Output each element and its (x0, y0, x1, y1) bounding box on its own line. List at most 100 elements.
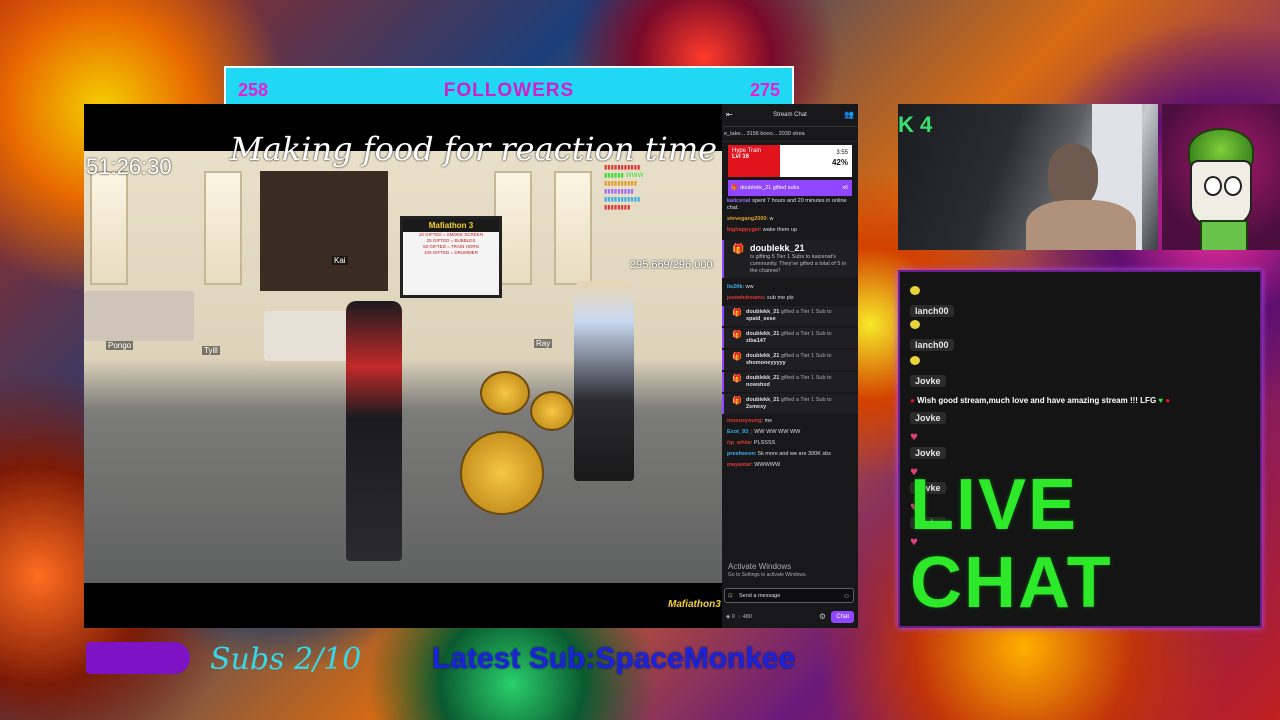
chat-message: lix2tlk: ww (727, 284, 754, 290)
chat-message: stevegang2000: w (727, 216, 774, 222)
gift-icon[interactable]: ⊡ (728, 589, 733, 604)
chat-message: bighappyget: wake them up (727, 227, 798, 233)
send-message-placeholder: Send a message (739, 593, 781, 599)
stream-title-overlay: Making food for reaction time (230, 130, 718, 168)
gift-username: doublekk_21 (746, 309, 780, 315)
person-drummer (574, 281, 634, 481)
chat-username: stevegang2000 (727, 216, 767, 222)
gift-username: doublekk_21 (746, 375, 780, 381)
webcam-feed: K 4 (898, 104, 1158, 250)
chat-message: rip_whiie: PLSSSS (727, 440, 776, 446)
subs-goal-bar (86, 642, 190, 674)
subs-goal-text: Subs 2/10 (210, 642, 362, 677)
mascot-eye (1204, 176, 1222, 196)
chat-message: mayastar: WWWWW (727, 462, 781, 468)
live-chat-overlay: lanch00 lanch00 Jovke ● Wish good stream… (898, 270, 1262, 628)
chat-message: kaiicenat spent 7 hours and 20 minutes i… (722, 196, 858, 214)
bed-left (84, 291, 194, 341)
latest-sub-text: Latest Sub:SpaceMonkee (432, 642, 796, 675)
chat-username: presheeon (727, 451, 755, 457)
chat-send-button[interactable]: Chat (831, 611, 854, 623)
chat-username: mooneyoung (727, 418, 762, 424)
gift-username: doublekk_21 (746, 397, 780, 403)
gift-target: shomoneyyyyy (746, 360, 786, 366)
gift-icon: 🎁 (732, 308, 742, 317)
mascot-hoodie (1200, 220, 1248, 250)
shelf (260, 171, 388, 291)
live-chat-entry: lanch00 (910, 314, 954, 352)
gift-icon: 🎁 (732, 374, 742, 383)
gift-username: doublekk_21 (750, 243, 805, 253)
hype-train-level: Lvl 16 (732, 154, 750, 160)
gear-icon[interactable]: ⚙ (819, 610, 826, 624)
gift-text: gifted a Tier 1 Sub to (780, 331, 832, 337)
twitch-chat-panel: ⇤ Stream Chat 👥 e_take... 3156 booo... 2… (722, 104, 858, 628)
tom-drum-2 (530, 391, 574, 431)
chat-username: kaiicenat (727, 198, 751, 204)
activate-windows-watermark: Activate Windows Go to Settings to activ… (728, 562, 807, 580)
live-chat-username: Jovke (910, 375, 946, 387)
live-chat-text: Wish good stream,much love and have amaz… (917, 396, 1157, 405)
gift-banner-text: doublekk_21 gifted subs (740, 185, 800, 191)
chat-text: WW WW WW WW (754, 429, 801, 435)
emote-icon (910, 356, 920, 365)
hype-train-badge: Hype Train Lvl 16 (728, 145, 780, 177)
stream-timer: 51:26:30 (86, 154, 172, 179)
gift-icon: 🎁 (732, 352, 742, 361)
chat-username: lix2tlk (727, 284, 743, 290)
mafiathon-logo: Mafiathon3 (668, 599, 721, 610)
gift-sub-notice: 🎁 doublekk_21 gifted a Tier 1 Sub to shom… (722, 350, 858, 370)
live-chat-entry: Jovke ● Wish good stream,much love and h… (910, 350, 1170, 407)
collapse-icon[interactable]: ⇤ (726, 104, 733, 126)
community-gift-notice: 🎁 doublekk_21 is gifting 5 Tier 1 Subs t… (722, 240, 858, 278)
hype-train-banner[interactable]: Hype Train Lvl 16 3:55 42% (728, 145, 852, 177)
chat-text: ww (745, 284, 754, 290)
chat-text: 5k more and we are 300K sbs (757, 451, 831, 457)
live-chat-entry: Jovke ♥ (910, 406, 946, 444)
gift-username: doublekk_21 (746, 331, 780, 337)
gift-text: is gifting 5 Tier 1 Subs to kaicenat's c… (750, 254, 847, 274)
channel-points-icon[interactable]: ◈ (726, 614, 730, 620)
mascot-cup (1190, 160, 1252, 226)
gift-target: spaid_sese (746, 316, 776, 322)
name-tag: Kai (332, 256, 348, 265)
emote-picker-icon[interactable]: ☺ (843, 589, 850, 604)
stream-scene: Mafiathon 3 10 GIFTED = SMOKE SCREEN 25 … (84, 151, 722, 610)
name-tag: Ray (534, 339, 553, 348)
chat-header-title: Stream Chat (773, 112, 807, 118)
gift-sub-notice: 🎁 doublekk_21 gifted a Tier 1 Sub to ziba… (722, 328, 858, 348)
points-value: 0 (731, 614, 735, 620)
hype-train-time: 3:55 (836, 150, 848, 156)
chat-bottom-bar: ◈ 0 ◌ 480 ⚙ Chat (726, 610, 856, 624)
chat-text: sub me pls (767, 295, 794, 301)
gift-text: gifted a Tier 1 Sub to (780, 353, 832, 359)
users-icon[interactable]: 👥 (844, 104, 854, 126)
sub-counter: 295.669/296.000 (630, 259, 713, 271)
name-tag: Tyill (202, 346, 220, 355)
mascot-eye (1224, 176, 1242, 196)
gift-sub-notice: 🎁 doublekk_21 gifted a Tier 1 Sub to 2sme… (722, 394, 858, 414)
tv-title: Mafiathon 3 (403, 219, 499, 232)
tv-screen: Mafiathon 3 10 GIFTED = SMOKE SCREEN 25 … (400, 216, 502, 298)
chat-username: Exot_93_ (727, 429, 752, 435)
chat-text: me (764, 418, 773, 424)
leaderboard-row[interactable]: e_take... 3156 booo... 2030 strea (722, 127, 858, 142)
gift-icon: 🎁 (732, 330, 742, 339)
webcam-badge: K 4 (898, 112, 933, 137)
gift-text: gifted a Tier 1 Sub to (780, 375, 832, 381)
gift-username: doublekk_21 (746, 353, 780, 359)
hype-train-progress: 3:55 42% (832, 149, 848, 167)
chat-text: w (769, 216, 774, 222)
chat-text: WWWWW (754, 462, 781, 468)
chat-message: justwhdreams: sub me pls (727, 295, 794, 301)
bass-drum (460, 431, 544, 515)
chat-text: PLSSSS (753, 440, 776, 446)
bits-icon[interactable]: ◌ (738, 614, 741, 620)
window-2 (204, 171, 242, 285)
person-standing (346, 301, 402, 561)
live-chat-username: Jovke (910, 412, 946, 424)
gift-subs-banner[interactable]: 🎁 doublekk_21 gifted subs x6 (728, 180, 852, 196)
webcam-person-head (1048, 144, 1098, 208)
gift-target: 2smexy (746, 404, 767, 410)
send-message-input[interactable]: ⊡ Send a message ☺ (724, 588, 854, 603)
